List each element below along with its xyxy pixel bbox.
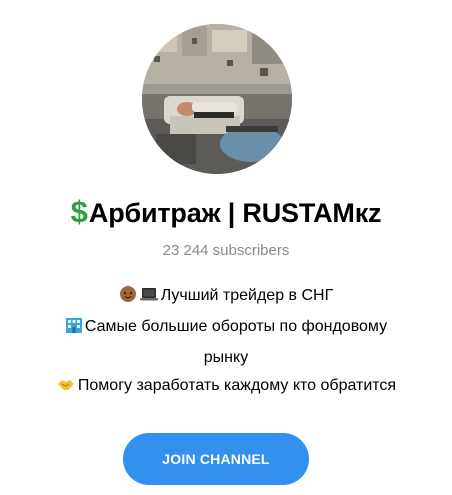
face-icon	[119, 285, 137, 313]
description-text: Помогу заработать каждому кто обратится	[77, 377, 397, 394]
channel-description: Лучший трейдер в СНГ Самые большие оборо…	[0, 282, 452, 403]
channel-title: $Арбитраж | RUSTAMкz	[0, 194, 452, 231]
dollar-icon: $	[70, 194, 88, 229]
handshake-icon	[56, 375, 76, 403]
subscriber-count: 23 244 subscribers	[162, 242, 290, 259]
description-line: Лучший трейдер в СНГ	[0, 282, 452, 313]
channel-preview: $Арбитраж | RUSTAMкz 23 244 subscribers …	[0, 0, 452, 495]
channel-avatar	[142, 24, 292, 174]
description-line: Самые большие обороты по фондовому	[0, 313, 452, 344]
building-icon	[65, 316, 83, 344]
channel-title-text: Арбитраж | RUSTAMкz	[88, 197, 382, 228]
avatar-photo	[142, 24, 292, 174]
description-text: Самые большие обороты по фондовому	[84, 318, 388, 335]
description-line: Помогу заработать каждому кто обратится	[0, 372, 452, 403]
description-text: Лучший трейдер в СНГ	[160, 287, 334, 304]
laptop-icon	[139, 285, 159, 313]
description-line: рынку	[0, 344, 452, 372]
description-text: рынку	[203, 349, 249, 366]
join-channel-button[interactable]: JOIN CHANNEL	[123, 433, 309, 485]
